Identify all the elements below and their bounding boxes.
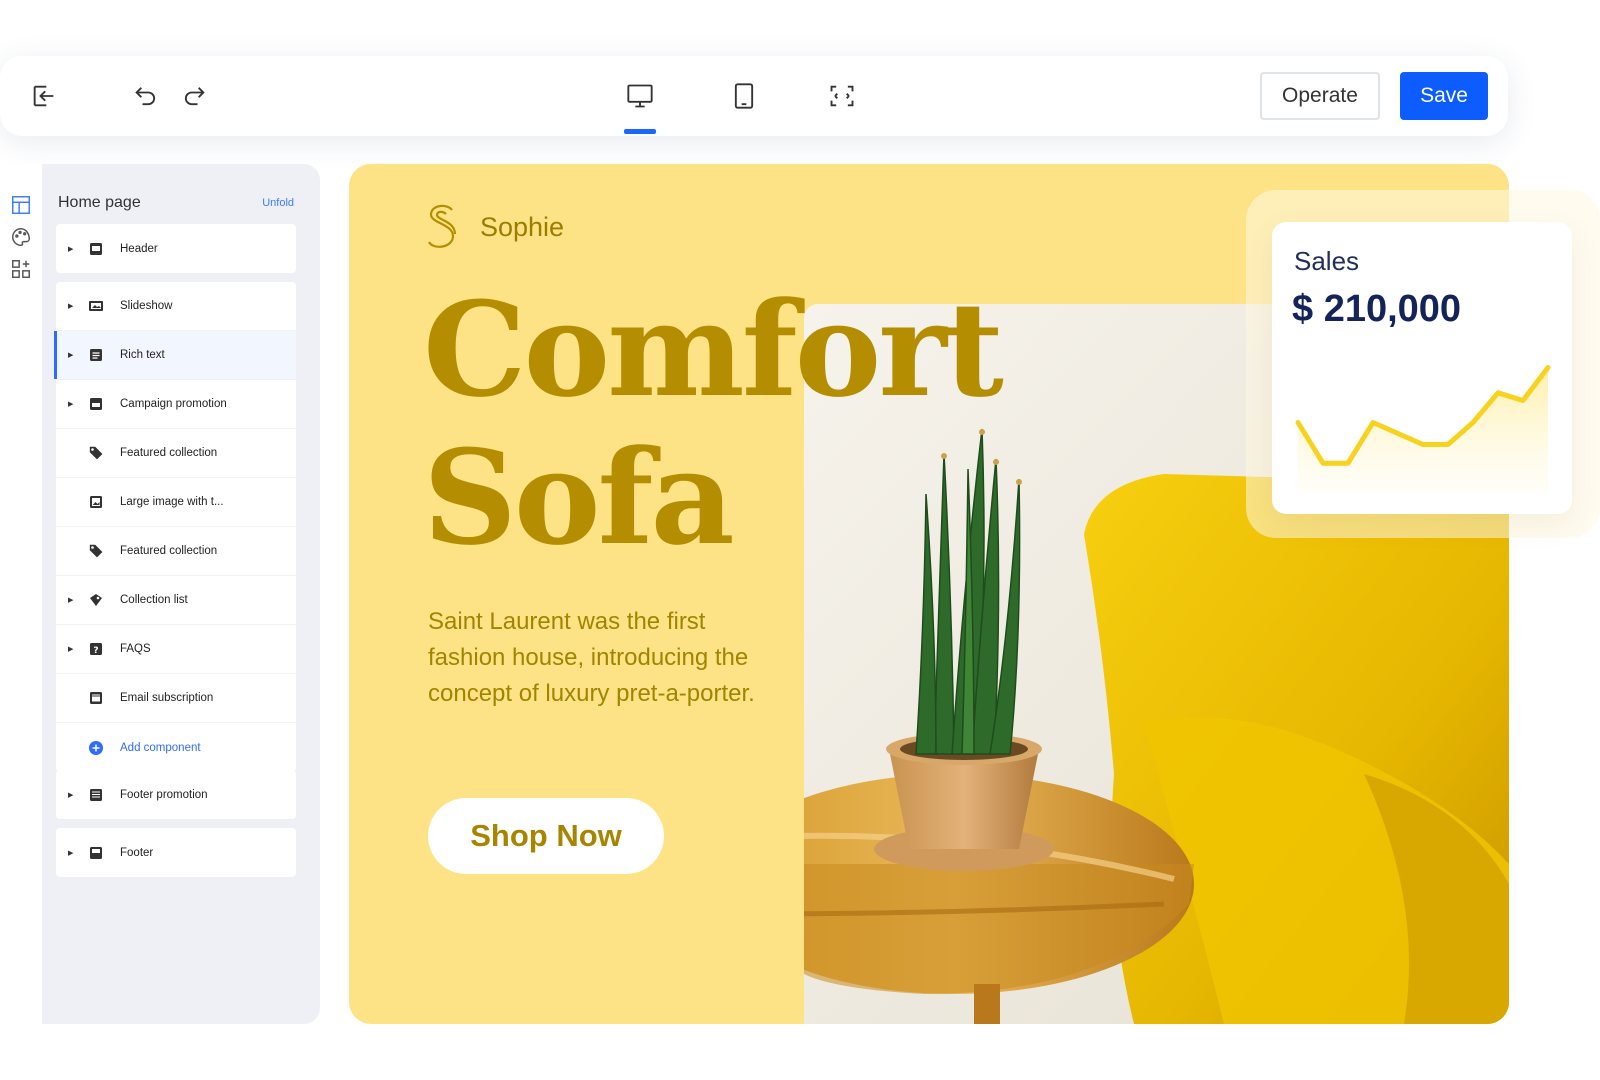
sidebar-item-label: Slideshow (120, 300, 173, 312)
rich-text-icon (88, 347, 104, 363)
footer-promo-icon (88, 787, 104, 803)
left-rail (0, 164, 42, 1024)
sidebar-item[interactable]: ▶ Collection list (56, 576, 296, 625)
desktop-icon[interactable] (624, 80, 656, 112)
save-button[interactable]: Save (1400, 72, 1488, 120)
sales-card: Sales $ 210,000 (1272, 222, 1572, 514)
tag-icon (88, 445, 104, 461)
expand-caret-icon[interactable]: ▶ (68, 596, 73, 604)
sidebar-item[interactable]: ▶ Slideshow (56, 282, 296, 331)
sidebar-section-group: ▶ Footer (56, 828, 296, 877)
sidebar-item-label: Collection list (120, 594, 188, 606)
hero-title-line1: Comfort (423, 273, 1004, 426)
brand-name: Sophie (480, 211, 565, 242)
slideshow-icon (88, 298, 104, 314)
sidebar-item[interactable]: ▶? FAQS (56, 625, 296, 674)
expand-caret-icon[interactable]: ▶ (68, 400, 73, 408)
svg-text:?: ? (93, 646, 98, 656)
sidebar-item[interactable]: ▶ Rich text (54, 331, 296, 380)
expand-caret-icon[interactable]: ▶ (68, 302, 73, 310)
redo-icon[interactable] (178, 80, 210, 112)
sidebar-item-label: Add component (120, 741, 201, 754)
sidebar-item-label: Featured collection (120, 447, 218, 459)
sales-value: $ 210,000 (1292, 288, 1462, 330)
sidebar-title: Home page (58, 194, 141, 211)
tablet-icon[interactable] (728, 80, 760, 112)
collection-icon (88, 592, 104, 608)
email-icon (88, 690, 104, 706)
campaign-icon (88, 396, 104, 412)
layout-icon[interactable] (10, 194, 32, 216)
header-icon (88, 241, 104, 257)
sales-trend-chart (1295, 365, 1551, 492)
expand-caret-icon[interactable]: ▶ (68, 791, 73, 799)
sidebar-item[interactable]: ▶ Footer promotion (56, 770, 296, 819)
image-icon (88, 494, 104, 510)
brand: Sophie (424, 202, 564, 252)
hero-title: Comfort Sofa (423, 273, 1004, 574)
undo-icon[interactable] (130, 80, 162, 112)
brand-logo-icon (428, 204, 457, 248)
sidebar-item[interactable]: ▶ Header (56, 224, 296, 273)
sidebar-item[interactable]: Featured collection (56, 429, 296, 478)
tag-icon (88, 543, 104, 559)
sidebar-section-group: ▶ Slideshow ▶ Rich text ▶ Campaign promotion F… (54, 282, 296, 772)
palette-icon[interactable] (10, 226, 32, 248)
sidebar-item-label: Footer promotion (120, 788, 208, 801)
sidebar-item[interactable]: Large image with t... (56, 478, 296, 527)
footer-icon (88, 845, 104, 861)
shop-now-button[interactable]: Shop Now (428, 798, 664, 874)
sidebar-item[interactable]: ▶ Footer (56, 828, 296, 877)
expand-caret-icon[interactable]: ▶ (68, 351, 73, 359)
unfold-link[interactable]: Unfold (262, 197, 294, 209)
sidebar-item-label: Featured collection (120, 545, 218, 557)
expand-caret-icon[interactable]: ▶ (68, 245, 73, 253)
fullscreen-icon[interactable] (826, 80, 858, 112)
sidebar-item-label: Large image with t... (120, 496, 224, 508)
sidebar-item-label: Header (120, 242, 158, 255)
add-component-button[interactable]: Add component (56, 723, 296, 772)
sidebar-section-group: ▶ Header (56, 224, 296, 273)
sales-trend-area (1298, 367, 1548, 492)
sidebar-item-label: FAQS (120, 643, 151, 655)
active-device-indicator (624, 129, 656, 134)
hero-description: Saint Laurent was the first fashion hous… (428, 608, 755, 707)
sidebar-section-group: ▶ Footer promotion (56, 770, 296, 819)
operate-button[interactable]: Operate (1260, 72, 1380, 120)
exit-icon[interactable] (28, 80, 60, 112)
faq-icon: ? (88, 641, 104, 657)
add-icon (88, 740, 104, 756)
sidebar-item[interactable]: Featured collection (56, 527, 296, 576)
sidebar-item-label: Campaign promotion (120, 398, 227, 410)
sidebar-item-label: Rich text (120, 349, 165, 361)
sidebar-item[interactable]: Email subscription (56, 674, 296, 723)
expand-caret-icon[interactable]: ▶ (68, 645, 73, 653)
hero-title-line2: Sofa (423, 421, 735, 574)
sidebar-item[interactable]: ▶ Campaign promotion (56, 380, 296, 429)
sidebar-item-label: Footer (120, 846, 154, 859)
sidebar-item-label: Email subscription (120, 692, 214, 704)
sales-label: Sales (1294, 246, 1360, 276)
apps-icon[interactable] (10, 258, 32, 280)
sidebar: Home page Unfold ▶ Header ▶ Slideshow ▶ Rich … (42, 164, 320, 1024)
expand-caret-icon[interactable]: ▶ (68, 849, 73, 857)
